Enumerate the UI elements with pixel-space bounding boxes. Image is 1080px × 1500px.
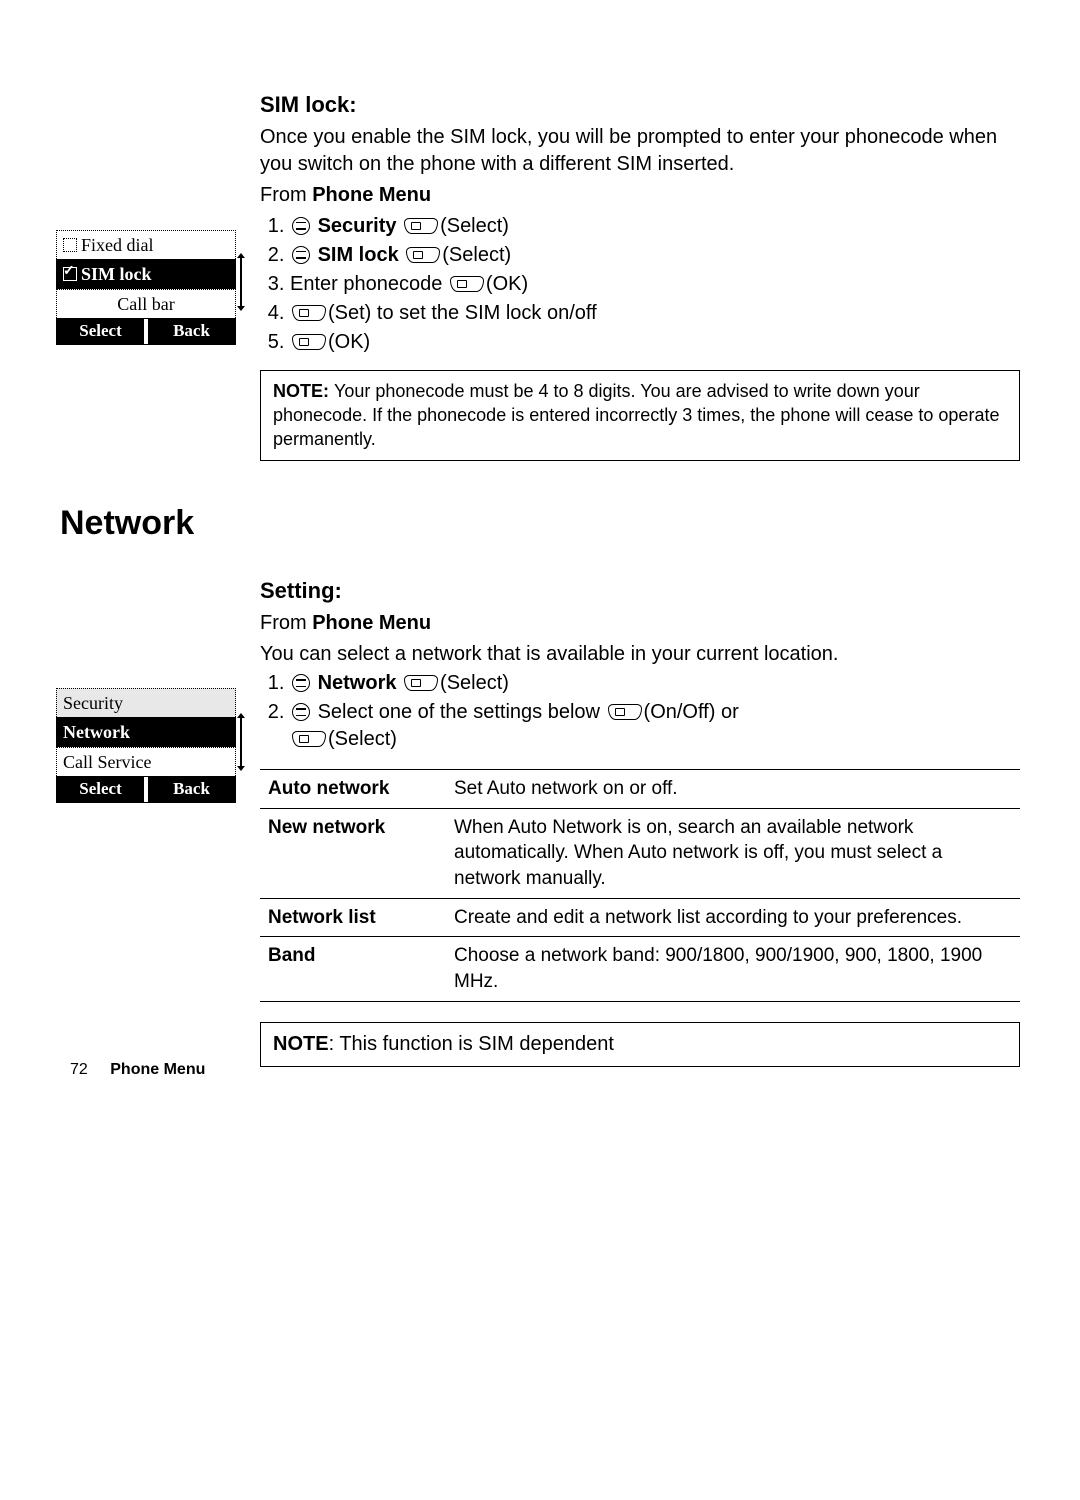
step-4: (Set) to set the SIM lock on/off [290,300,1020,327]
footer-title: Phone Menu [110,1061,205,1078]
softkey-icon [406,247,440,263]
menu-item-security: Security [56,688,236,717]
softkey-select: Select [57,319,148,344]
phone-menu-sim-lock: Fixed dial SIM lock Call bar Select Back [56,230,236,345]
from-line: From Phone Menu [260,182,1020,209]
scroll-indicator-icon [240,258,242,306]
check-icon [63,267,77,281]
network-steps: Network (Select) Select one of the setti… [260,670,1020,753]
scroll-indicator-icon [240,718,242,766]
action: (Select) [328,728,397,750]
label: Call bar [117,294,174,314]
page-number: 72 [70,1061,88,1078]
network-settings-table: Auto networkSet Auto network on or off. … [260,769,1020,1001]
table-row: BandChoose a network band: 900/1800, 900… [260,937,1020,1001]
action: (Set) to set the SIM lock on/off [328,302,597,324]
from-line: From Phone Menu [260,610,1020,637]
text: Enter phonecode [290,273,448,295]
network-section-title: Network [60,501,1020,547]
note-label: NOTE: [273,381,334,401]
action: (Select) [440,672,509,694]
label: SIM lock [81,264,152,284]
label: Network [63,722,130,742]
sim-lock-heading: SIM lock: [260,90,1020,120]
softkey-back: Back [148,777,235,802]
softkey-select: Select [57,777,148,802]
text: Select one of the settings below [318,701,606,723]
step-2: Select one of the settings below (On/Off… [290,699,1020,753]
setting-desc: When Auto Network is on, search an avail… [446,808,1020,898]
from-prefix: From [260,184,312,206]
menu-item-fixed-dial: Fixed dial [56,230,236,259]
setting-name: Network list [260,898,446,937]
sim-lock-note: NOTE: Your phonecode must be 4 to 8 digi… [260,370,1020,461]
softkey-icon [404,675,438,691]
network-note: NOTE: This function is SIM dependent [260,1022,1020,1067]
network-desc: You can select a network that is availab… [260,641,1020,668]
softkey-icon [608,704,642,720]
navigate-icon [292,674,310,692]
step-1: Network (Select) [290,670,1020,697]
step-2: SIM lock (Select) [290,242,1020,269]
sim-lock-intro: Once you enable the SIM lock, you will b… [260,124,1020,178]
navigate-icon [292,703,310,721]
menu-item-sim-lock: SIM lock [56,259,236,288]
action: (Select) [442,244,511,266]
setting-desc: Create and edit a network list according… [446,898,1020,937]
menu-item-network: Network [56,717,236,746]
softkey-icon [404,218,438,234]
navigate-icon [292,246,310,264]
box-icon [63,238,77,252]
note-text: : This function is SIM dependent [329,1033,614,1055]
softkey-icon [292,731,326,747]
label: Security [63,693,123,713]
step-3: Enter phonecode (OK) [290,271,1020,298]
action: (OK) [328,331,370,353]
from-prefix: From [260,612,312,634]
label: SIM lock [318,244,399,266]
action: (OK) [486,273,528,295]
label: Network [318,672,397,694]
phone-menu-network: Security Network Call Service Select Bac… [56,688,236,803]
network-setting-heading: Setting: [260,576,1020,606]
softkey-icon [292,305,326,321]
setting-name: New network [260,808,446,898]
sim-lock-steps: Security (Select) SIM lock (Select) Ente… [260,213,1020,356]
label: Security [318,215,397,237]
step-5: (OK) [290,329,1020,356]
menu-item-call-bar: Call bar [56,289,236,318]
from-menu: Phone Menu [312,612,431,634]
setting-desc: Choose a network band: 900/1800, 900/190… [446,937,1020,1001]
label: Call Service [63,752,151,772]
softkey-icon [292,334,326,350]
label: Fixed dial [81,235,154,255]
navigate-icon [292,217,310,235]
action: (Select) [440,215,509,237]
setting-desc: Set Auto network on or off. [446,770,1020,809]
setting-name: Band [260,937,446,1001]
from-menu: Phone Menu [312,184,431,206]
setting-name: Auto network [260,770,446,809]
action: (On/Off) or [644,701,739,723]
softkey-back: Back [148,319,235,344]
table-row: Auto networkSet Auto network on or off. [260,770,1020,809]
menu-item-call-service: Call Service [56,747,236,776]
step-1: Security (Select) [290,213,1020,240]
softkeys: Select Back [56,318,236,345]
softkeys: Select Back [56,776,236,803]
note-label: NOTE [273,1033,329,1055]
softkey-icon [450,276,484,292]
table-row: New networkWhen Auto Network is on, sear… [260,808,1020,898]
page-footer: 72 Phone Menu [70,1059,205,1081]
note-text: Your phonecode must be 4 to 8 digits. Yo… [273,381,999,450]
table-row: Network listCreate and edit a network li… [260,898,1020,937]
